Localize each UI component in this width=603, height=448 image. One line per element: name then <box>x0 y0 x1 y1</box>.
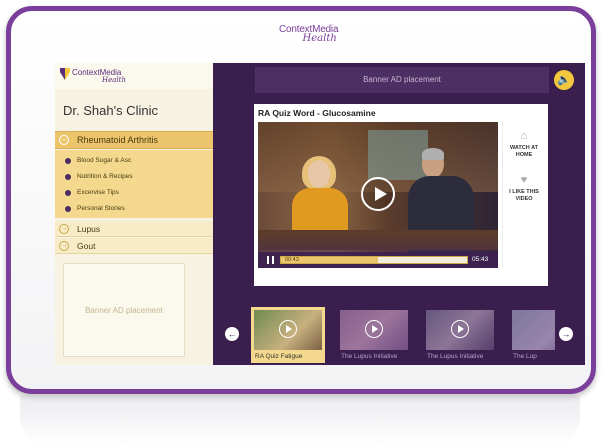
banner-ad-placement[interactable]: Banner AD placement <box>255 67 549 93</box>
duration-time: 05:43 <box>472 256 489 263</box>
thumbnail-3[interactable]: The Lupus Initiative <box>423 307 497 363</box>
video-carousel: ← RA Quiz Fatigue The Lupus Initiative T… <box>213 303 585 365</box>
device-logo: ContextMedia Health <box>279 25 339 44</box>
carousel-prev-button[interactable]: ← <box>225 327 239 341</box>
device-logo-subtext: Health <box>302 33 337 44</box>
play-icon <box>375 187 387 201</box>
tablet-frame: ContextMedia Health ContextMedia Health … <box>6 6 596 394</box>
category-rheumatoid-arthritis[interactable]: − Rheumatoid Arthritis <box>55 131 213 149</box>
play-icon <box>279 320 297 338</box>
speaker-icon: 🔈 <box>557 74 571 86</box>
category-label: Rheumatoid Arthritis <box>77 135 159 145</box>
sidebar-logo: ContextMedia Health <box>55 63 213 89</box>
sidebar-logo-subtext: Health <box>102 76 126 84</box>
contextmedia-logo-icon <box>60 68 70 80</box>
home-icon: ⌂ <box>520 130 528 142</box>
video-actions: ⌂ WATCH AT HOME ♥ I LIKE THIS VIDEO <box>502 122 544 268</box>
carousel-next-button[interactable]: → <box>559 327 573 341</box>
thumbnail-image <box>340 310 408 350</box>
play-icon <box>365 320 383 338</box>
subitem-label: Personal Stories <box>77 205 125 212</box>
clinic-name: Dr. Shah's Clinic <box>63 103 158 118</box>
arrow-right-icon: → <box>561 329 571 339</box>
video-title: RA Quiz Word - Glucosamine <box>258 108 376 118</box>
video-player[interactable]: 00:43 05:43 <box>258 122 498 268</box>
thumbnail-1[interactable]: RA Quiz Fatigue <box>251 307 325 363</box>
bullet-icon <box>65 158 71 164</box>
action-label: I LIKE THIS VIDEO <box>509 189 539 202</box>
thumbnail-image <box>426 310 494 350</box>
action-label: WATCH AT HOME <box>509 145 538 158</box>
thumbnail-caption: The Lupus Initiative <box>341 353 398 360</box>
bullet-icon <box>65 174 71 180</box>
sidebar-ad-placement[interactable]: Banner AD placement <box>63 263 185 357</box>
collapse-icon: − <box>59 135 69 145</box>
category-label: Lupus <box>77 224 101 234</box>
play-icon <box>451 320 469 338</box>
category-label: Gout <box>77 241 96 251</box>
watch-at-home-button[interactable]: ⌂ WATCH AT HOME <box>503 130 545 159</box>
expand-icon: → <box>59 241 69 251</box>
pause-icon[interactable] <box>267 256 274 264</box>
banner-label: Banner AD placement <box>363 75 441 84</box>
thumbnail-caption: The Lupus Initiative <box>427 353 484 360</box>
subitem-label: Excervise Tips <box>77 189 119 196</box>
bullet-icon <box>65 190 71 196</box>
bullet-icon <box>65 206 71 212</box>
video-controls: 00:43 05:43 <box>258 252 498 268</box>
thumbnail-image <box>512 310 555 350</box>
thumbnail-caption: RA Quiz Fatigue <box>255 353 303 360</box>
sound-button[interactable]: 🔈 <box>554 70 574 90</box>
app-screen: ContextMedia Health Dr. Shah's Clinic − … <box>55 63 585 365</box>
ad-label: Banner AD placement <box>85 306 163 315</box>
main-panel: Banner AD placement 🔈 RA Quiz Word - Glu… <box>213 63 585 365</box>
subitem-label: Blood Sugar & Asc <box>77 157 132 164</box>
arrow-left-icon: ← <box>227 329 237 339</box>
device-reflection <box>20 396 580 446</box>
thumbnail-image <box>254 310 322 350</box>
heart-icon: ♥ <box>520 174 528 186</box>
thumbnail-2[interactable]: The Lupus Initiative <box>337 307 411 363</box>
like-video-button[interactable]: ♥ I LIKE THIS VIDEO <box>503 174 545 203</box>
video-card: RA Quiz Word - Glucosamine 00:43 05:43 ⌂… <box>254 104 548 286</box>
play-button[interactable] <box>361 177 395 211</box>
category-gout[interactable]: → Gout <box>55 238 213 254</box>
progress-bar[interactable]: 00:43 <box>280 256 468 264</box>
elapsed-time: 00:43 <box>285 257 299 263</box>
expand-icon: → <box>59 224 69 234</box>
subcategory-list: Blood Sugar & Asc Nutrition & Recipes Ex… <box>55 150 213 218</box>
subitem-label: Nutrition & Recipes <box>77 173 133 180</box>
category-lupus[interactable]: → Lupus <box>55 221 213 237</box>
thumbnail-caption: The Lup <box>513 353 537 360</box>
thumbnail-4[interactable]: The Lup <box>509 307 555 363</box>
sidebar: ContextMedia Health Dr. Shah's Clinic − … <box>55 63 213 365</box>
